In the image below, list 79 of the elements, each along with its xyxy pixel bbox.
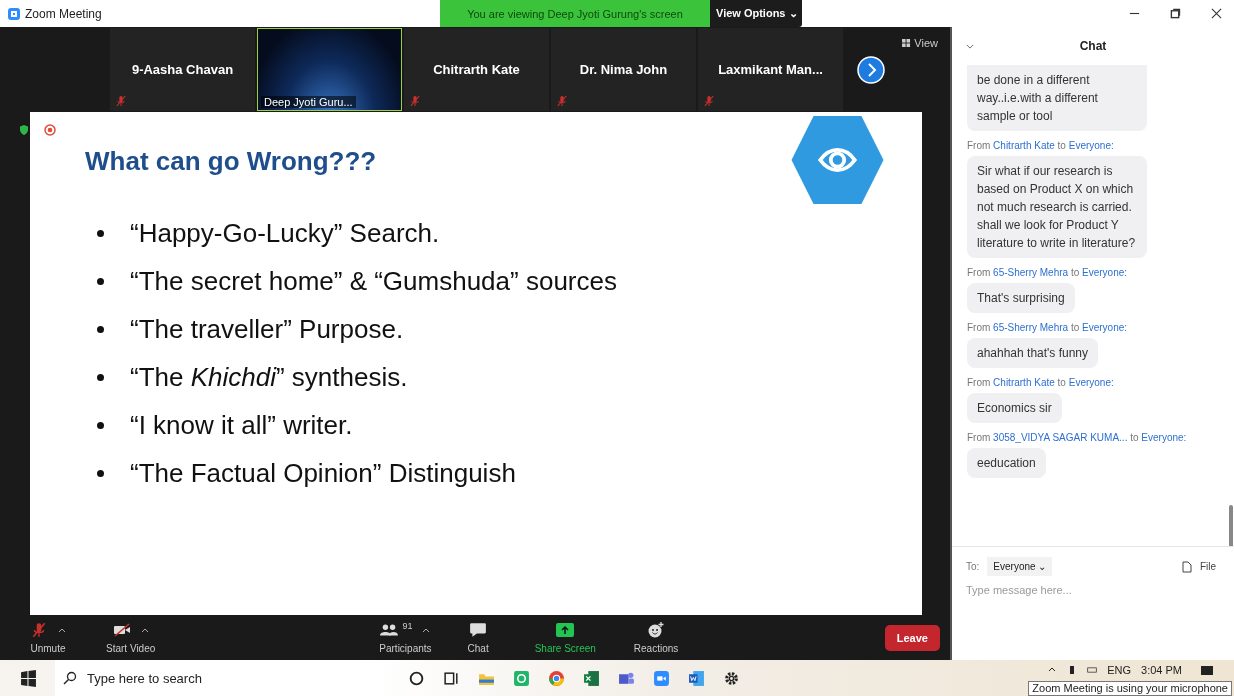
chat-button[interactable]: Chat — [455, 621, 501, 654]
caret-icon[interactable] — [140, 627, 149, 633]
participant-name: Dr. Nima John — [579, 62, 668, 77]
message-bubble: ahahhah that's funny — [967, 338, 1099, 368]
participant-name: Laxmikant Man... — [718, 62, 823, 77]
message-header: From Chitrarth Kate to Everyone: — [967, 377, 1114, 388]
message-bubble: eeducation — [967, 448, 1046, 478]
unmute-button[interactable]: Unmute — [18, 621, 78, 654]
bullet-icon — [97, 421, 104, 429]
file-label[interactable]: File — [1199, 561, 1216, 572]
participants-button[interactable]: 91 Participants — [367, 621, 444, 654]
muted-microphone-icon — [30, 622, 48, 638]
reactions-button[interactable]: Reactions — [621, 621, 691, 654]
bullet-icon — [97, 469, 104, 477]
participant-count: 91 — [402, 621, 413, 631]
smiley-icon — [647, 622, 666, 638]
message-bubble: be done in a different way..i.e.with a different sample or tool — [967, 65, 1147, 131]
zoom-logo-icon — [8, 7, 20, 20]
message-bubble: Economics sir — [967, 393, 1062, 423]
next-page-icon[interactable] — [857, 55, 885, 84]
tooltip: Zoom Meeting is using your microphone — [1028, 681, 1232, 696]
message-header: From 65-Sherry Mehra to Everyone: — [967, 322, 1128, 333]
share-banner: You are viewing Deep Jyoti Gurung's screen — [440, 0, 710, 27]
speech-bubble-icon — [469, 622, 488, 638]
message-bubble: Sir what if our research is based on Product X on which not much research is carried. shall we look for Product Y literature to write in literature? — [967, 156, 1147, 258]
bullet-text: “The Factual Opinion” Distinguish — [130, 457, 516, 489]
chat-title: Chat — [1079, 39, 1107, 53]
share-screen-icon — [556, 622, 575, 638]
bullet-text: “The Khichdi” synthesis. — [130, 361, 408, 393]
message-header: From 3058_VIDYA SAGAR KUMA... to Everyone: — [967, 432, 1187, 443]
participant-name: Chitrarth Kate — [433, 62, 520, 77]
bullet-icon — [97, 373, 104, 381]
file-icon[interactable] — [1181, 560, 1192, 573]
video-button[interactable]: Start Video — [94, 621, 168, 654]
search-icon — [63, 671, 77, 685]
language-indicator[interactable]: ENG — [1107, 664, 1132, 676]
caret-icon[interactable] — [58, 627, 66, 633]
to-label: To: — [966, 561, 980, 572]
participant-name: 9-Aasha Chavan — [131, 62, 234, 77]
browser-icon[interactable] — [548, 669, 565, 687]
chevron-icon[interactable] — [966, 43, 974, 49]
record-icon — [44, 124, 56, 136]
view-button[interactable]: View — [902, 37, 938, 49]
scrollbar[interactable] — [1229, 505, 1233, 546]
bullet-icon — [97, 325, 104, 333]
circle-icon[interactable] — [408, 669, 425, 687]
bullet-text: “I know it all” writer. — [130, 409, 353, 441]
bullet-icon — [97, 277, 104, 285]
clock[interactable]: 3:04 PM — [1141, 664, 1182, 676]
spreadsheet-icon[interactable] — [583, 669, 600, 687]
slide-title: What can go Wrong??? — [85, 146, 377, 177]
windows-start-icon[interactable] — [20, 669, 37, 687]
share-button[interactable]: Share Screen — [522, 621, 608, 654]
document-icon[interactable] — [688, 669, 705, 687]
network-icon[interactable] — [1087, 665, 1098, 675]
participant-name: Deep Jyoti Guru... — [261, 96, 356, 108]
window-title: Zoom Meeting — [25, 6, 102, 21]
close-icon[interactable] — [1211, 8, 1222, 19]
shield-icon — [18, 124, 30, 136]
view-options-button[interactable]: View Options ⌄ — [710, 0, 802, 27]
notification-icon[interactable] — [1200, 664, 1214, 676]
grid-icon — [902, 39, 912, 47]
recipient-dropdown[interactable]: Everyone ⌄ — [987, 557, 1053, 576]
leave-button[interactable]: Leave — [884, 624, 940, 651]
muted-camera-icon — [112, 622, 131, 638]
people-icon — [380, 622, 399, 638]
restore-icon[interactable] — [1170, 8, 1181, 19]
task-view-icon[interactable] — [443, 669, 460, 687]
message-header: From 65-Sherry Mehra to Everyone: — [967, 267, 1128, 278]
bullet-text: “The secret home” & “Gumshuda” sources — [130, 265, 617, 297]
app-icon[interactable] — [513, 669, 530, 687]
bullet-text: “Happy-Go-Lucky” Search. — [130, 217, 440, 249]
video-camera-icon[interactable] — [653, 669, 670, 687]
caret-icon[interactable] — [422, 627, 431, 633]
settings-icon[interactable] — [723, 669, 740, 687]
message-bubble: That's surprising — [967, 283, 1075, 313]
bullet-icon — [97, 229, 104, 237]
bullet-text: “The traveller” Purpose. — [130, 313, 404, 345]
message-header: From Chitrarth Kate to Everyone: — [967, 140, 1114, 151]
